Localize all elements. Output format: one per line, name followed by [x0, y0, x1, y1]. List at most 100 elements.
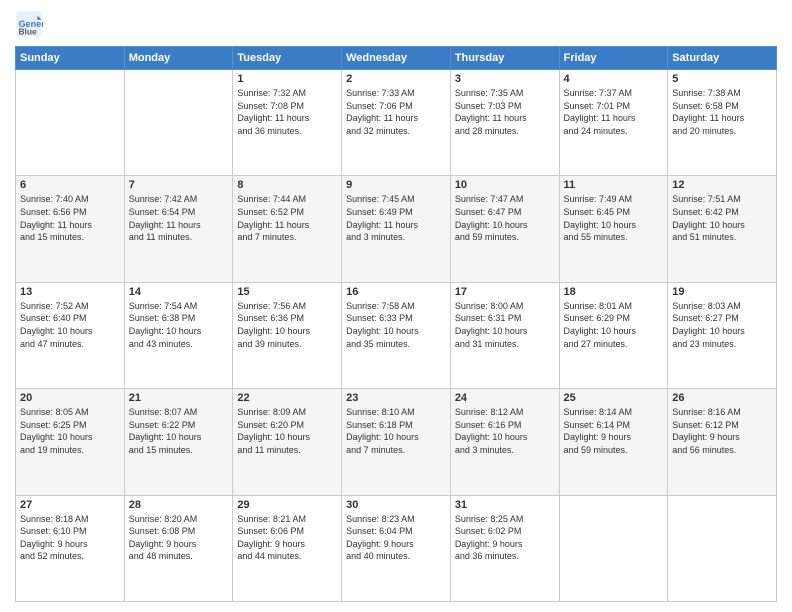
day-info: Sunrise: 7:37 AM Sunset: 7:01 PM Dayligh…	[564, 87, 664, 137]
day-info: Sunrise: 8:18 AM Sunset: 6:10 PM Dayligh…	[20, 513, 120, 563]
day-info: Sunrise: 8:07 AM Sunset: 6:22 PM Dayligh…	[129, 406, 229, 456]
calendar-header-thursday: Thursday	[450, 47, 559, 70]
calendar-cell: 15 Sunrise: 7:56 AM Sunset: 6:36 PM Dayli…	[233, 282, 342, 388]
day-number: 26	[672, 392, 772, 404]
day-info: Sunrise: 8:16 AM Sunset: 6:12 PM Dayligh…	[672, 406, 772, 456]
day-number: 2	[346, 73, 446, 85]
day-number: 9	[346, 179, 446, 191]
header: General Blue	[15, 10, 777, 38]
calendar-header-monday: Monday	[124, 47, 233, 70]
calendar-cell: 10 Sunrise: 7:47 AM Sunset: 6:47 PM Dayli…	[450, 176, 559, 282]
day-number: 7	[129, 179, 229, 191]
calendar-header-saturday: Saturday	[668, 47, 777, 70]
day-number: 28	[129, 499, 229, 511]
calendar-cell: 4 Sunrise: 7:37 AM Sunset: 7:01 PM Daylig…	[559, 70, 668, 176]
calendar-week-1: 6 Sunrise: 7:40 AM Sunset: 6:56 PM Daylig…	[16, 176, 777, 282]
calendar-header-friday: Friday	[559, 47, 668, 70]
page: General Blue SundayMondayTuesdayWednesda…	[0, 0, 792, 612]
day-info: Sunrise: 7:51 AM Sunset: 6:42 PM Dayligh…	[672, 193, 772, 243]
day-info: Sunrise: 8:14 AM Sunset: 6:14 PM Dayligh…	[564, 406, 664, 456]
day-info: Sunrise: 7:56 AM Sunset: 6:36 PM Dayligh…	[237, 300, 337, 350]
calendar-cell	[559, 495, 668, 601]
day-number: 6	[20, 179, 120, 191]
day-number: 20	[20, 392, 120, 404]
calendar-cell	[668, 495, 777, 601]
day-info: Sunrise: 7:52 AM Sunset: 6:40 PM Dayligh…	[20, 300, 120, 350]
calendar-cell: 1Sunrise: 7:32 AM Sunset: 7:08 PM Daylig…	[233, 70, 342, 176]
day-info: Sunrise: 7:38 AM Sunset: 6:58 PM Dayligh…	[672, 87, 772, 137]
day-info: Sunrise: 7:49 AM Sunset: 6:45 PM Dayligh…	[564, 193, 664, 243]
calendar-cell: 26 Sunrise: 8:16 AM Sunset: 6:12 PM Dayli…	[668, 389, 777, 495]
day-info: Sunrise: 7:58 AM Sunset: 6:33 PM Dayligh…	[346, 300, 446, 350]
calendar-cell: 25 Sunrise: 8:14 AM Sunset: 6:14 PM Dayli…	[559, 389, 668, 495]
calendar-cell: 21 Sunrise: 8:07 AM Sunset: 6:22 PM Dayli…	[124, 389, 233, 495]
calendar-header-wednesday: Wednesday	[342, 47, 451, 70]
day-number: 25	[564, 392, 664, 404]
calendar-cell: 22Sunrise: 8:09 AM Sunset: 6:20 PM Dayli…	[233, 389, 342, 495]
day-number: 11	[564, 179, 664, 191]
calendar-cell: 12 Sunrise: 7:51 AM Sunset: 6:42 PM Dayli…	[668, 176, 777, 282]
calendar-week-2: 13 Sunrise: 7:52 AM Sunset: 6:40 PM Dayli…	[16, 282, 777, 388]
logo-icon: General Blue	[15, 10, 43, 38]
calendar-cell: 5 Sunrise: 7:38 AM Sunset: 6:58 PM Daylig…	[668, 70, 777, 176]
calendar-cell: 27 Sunrise: 8:18 AM Sunset: 6:10 PM Dayli…	[16, 495, 125, 601]
calendar-cell: 18 Sunrise: 8:01 AM Sunset: 6:29 PM Dayli…	[559, 282, 668, 388]
day-info: Sunrise: 7:47 AM Sunset: 6:47 PM Dayligh…	[455, 193, 555, 243]
day-info: Sunrise: 7:33 AM Sunset: 7:06 PM Dayligh…	[346, 87, 446, 137]
day-number: 4	[564, 73, 664, 85]
calendar-cell	[16, 70, 125, 176]
day-number: 16	[346, 286, 446, 298]
day-number: 14	[129, 286, 229, 298]
calendar-cell: 30 Sunrise: 8:23 AM Sunset: 6:04 PM Dayli…	[342, 495, 451, 601]
day-number: 18	[564, 286, 664, 298]
svg-text:Blue: Blue	[19, 27, 37, 37]
calendar-cell: 6 Sunrise: 7:40 AM Sunset: 6:56 PM Daylig…	[16, 176, 125, 282]
calendar-cell	[124, 70, 233, 176]
calendar-week-4: 27 Sunrise: 8:18 AM Sunset: 6:10 PM Dayli…	[16, 495, 777, 601]
day-number: 13	[20, 286, 120, 298]
day-info: Sunrise: 8:20 AM Sunset: 6:08 PM Dayligh…	[129, 513, 229, 563]
calendar-cell: 24Sunrise: 8:12 AM Sunset: 6:16 PM Dayli…	[450, 389, 559, 495]
calendar-week-3: 20 Sunrise: 8:05 AM Sunset: 6:25 PM Dayli…	[16, 389, 777, 495]
calendar-header-tuesday: Tuesday	[233, 47, 342, 70]
day-info: Sunrise: 7:35 AM Sunset: 7:03 PM Dayligh…	[455, 87, 555, 137]
calendar-cell: 31Sunrise: 8:25 AM Sunset: 6:02 PM Dayli…	[450, 495, 559, 601]
calendar-cell: 2 Sunrise: 7:33 AM Sunset: 7:06 PM Daylig…	[342, 70, 451, 176]
calendar-cell: 14 Sunrise: 7:54 AM Sunset: 6:38 PM Dayli…	[124, 282, 233, 388]
day-info: Sunrise: 7:44 AM Sunset: 6:52 PM Dayligh…	[237, 193, 337, 243]
day-info: Sunrise: 8:10 AM Sunset: 6:18 PM Dayligh…	[346, 406, 446, 456]
calendar-cell: 19Sunrise: 8:03 AM Sunset: 6:27 PM Dayli…	[668, 282, 777, 388]
day-number: 24	[455, 392, 555, 404]
day-info: Sunrise: 7:42 AM Sunset: 6:54 PM Dayligh…	[129, 193, 229, 243]
day-number: 15	[237, 286, 337, 298]
day-number: 5	[672, 73, 772, 85]
calendar-cell: 13 Sunrise: 7:52 AM Sunset: 6:40 PM Dayli…	[16, 282, 125, 388]
day-info: Sunrise: 8:05 AM Sunset: 6:25 PM Dayligh…	[20, 406, 120, 456]
calendar-header-row: SundayMondayTuesdayWednesdayThursdayFrid…	[16, 47, 777, 70]
day-info: Sunrise: 8:21 AM Sunset: 6:06 PM Dayligh…	[237, 513, 337, 563]
calendar-cell: 9Sunrise: 7:45 AM Sunset: 6:49 PM Daylig…	[342, 176, 451, 282]
calendar-header-sunday: Sunday	[16, 47, 125, 70]
calendar-cell: 7 Sunrise: 7:42 AM Sunset: 6:54 PM Daylig…	[124, 176, 233, 282]
calendar-cell: 20 Sunrise: 8:05 AM Sunset: 6:25 PM Dayli…	[16, 389, 125, 495]
logo: General Blue	[15, 10, 47, 38]
calendar-cell: 17Sunrise: 8:00 AM Sunset: 6:31 PM Dayli…	[450, 282, 559, 388]
day-number: 12	[672, 179, 772, 191]
calendar-cell: 3Sunrise: 7:35 AM Sunset: 7:03 PM Daylig…	[450, 70, 559, 176]
day-number: 30	[346, 499, 446, 511]
day-info: Sunrise: 7:54 AM Sunset: 6:38 PM Dayligh…	[129, 300, 229, 350]
day-info: Sunrise: 7:32 AM Sunset: 7:08 PM Dayligh…	[237, 87, 337, 137]
day-info: Sunrise: 8:09 AM Sunset: 6:20 PM Dayligh…	[237, 406, 337, 456]
calendar-cell: 8Sunrise: 7:44 AM Sunset: 6:52 PM Daylig…	[233, 176, 342, 282]
calendar-cell: 11 Sunrise: 7:49 AM Sunset: 6:45 PM Dayli…	[559, 176, 668, 282]
day-info: Sunrise: 7:40 AM Sunset: 6:56 PM Dayligh…	[20, 193, 120, 243]
calendar-cell: 29Sunrise: 8:21 AM Sunset: 6:06 PM Dayli…	[233, 495, 342, 601]
calendar-cell: 23Sunrise: 8:10 AM Sunset: 6:18 PM Dayli…	[342, 389, 451, 495]
calendar-cell: 28 Sunrise: 8:20 AM Sunset: 6:08 PM Dayli…	[124, 495, 233, 601]
day-info: Sunrise: 8:23 AM Sunset: 6:04 PM Dayligh…	[346, 513, 446, 563]
day-info: Sunrise: 8:01 AM Sunset: 6:29 PM Dayligh…	[564, 300, 664, 350]
day-number: 21	[129, 392, 229, 404]
day-number: 27	[20, 499, 120, 511]
day-number: 10	[455, 179, 555, 191]
day-number: 17	[455, 286, 555, 298]
